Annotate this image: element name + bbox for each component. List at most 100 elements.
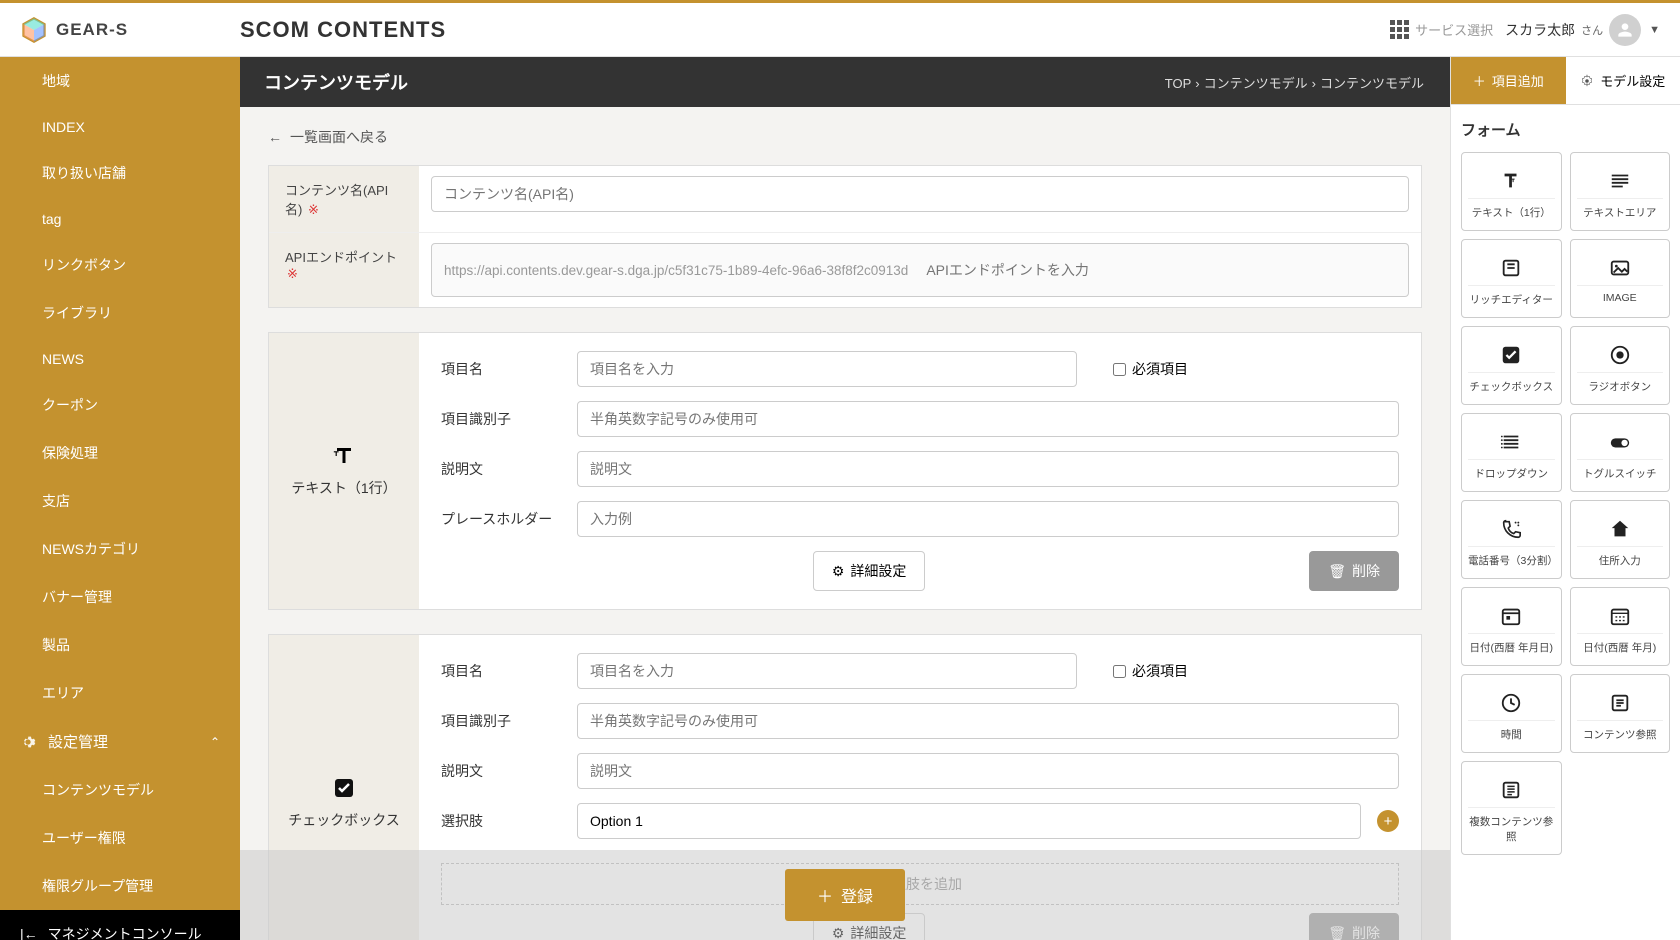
content-name-input[interactable] [431, 176, 1409, 212]
widget-date-ymd[interactable]: 日付(西暦 年月日) [1461, 587, 1562, 666]
widget-label: IMAGE [1603, 292, 1637, 304]
widget-label: 複数コンテンツ参照 [1468, 814, 1555, 844]
widget-image[interactable]: IMAGE [1570, 239, 1671, 318]
tab-add-item[interactable]: ＋項目追加 [1451, 57, 1566, 105]
field-item-id-label: 項目識別子 [441, 409, 561, 429]
sidebar-item[interactable]: 取り扱い店舗 [0, 149, 240, 197]
field-placeholder-label: プレースホルダー [441, 509, 561, 529]
item-name-input[interactable] [577, 653, 1077, 689]
logo-icon [20, 16, 48, 44]
widget-label: ドロップダウン [1475, 466, 1549, 481]
sidebar-footer[interactable]: |← マネジメントコンソール [0, 910, 240, 940]
description-input[interactable] [577, 451, 1399, 487]
widget-label: 日付(西暦 年月日) [1470, 640, 1553, 655]
sidebar-item[interactable]: エリア [0, 669, 240, 717]
sidebar-item[interactable]: 保険処理 [0, 429, 240, 477]
widget-toggle[interactable]: トグルスイッチ [1570, 413, 1671, 492]
detail-settings-button[interactable]: ⚙詳細設定 [813, 551, 926, 591]
item-id-input[interactable] [577, 401, 1399, 437]
widget-address[interactable]: 住所入力 [1570, 500, 1671, 579]
chevron-up-icon: ⌃ [210, 735, 220, 749]
field-item-id-label: 項目識別子 [441, 711, 561, 731]
field-options-label: 選択肢 [441, 811, 561, 831]
logo[interactable]: GEAR-S [20, 16, 240, 44]
sidebar-item[interactable]: クーポン [0, 381, 240, 429]
widget-textarea[interactable]: テキストエリア [1570, 152, 1671, 231]
delete-button[interactable]: 🗑削除 [1309, 551, 1399, 591]
sidebar-footer-label: マネジメントコンソール [48, 924, 202, 940]
app-title: SCOM CONTENTS [240, 17, 446, 43]
add-option-button[interactable]: + [1377, 810, 1399, 832]
register-button[interactable]: ＋登録 [785, 869, 905, 921]
panel-title: フォーム [1461, 119, 1670, 140]
user-name: スカラ太郎 [1505, 20, 1575, 40]
sidebar-group-settings[interactable]: 設定管理 ⌃ [0, 717, 240, 766]
sidebar-subitem[interactable]: 権限グループ管理 [0, 862, 240, 910]
text-icon [1468, 163, 1555, 199]
widget-label: テキスト（1行） [1472, 205, 1551, 220]
breadcrumb-item[interactable]: TOP [1165, 76, 1192, 91]
sidebar-item[interactable]: INDEX [0, 105, 240, 149]
user-menu[interactable]: スカラ太郎 さん ▼ [1505, 14, 1660, 46]
widget-multiref[interactable]: 複数コンテンツ参照 [1461, 761, 1562, 855]
back-link[interactable]: ← 一覧画面へ戻る [268, 127, 1422, 147]
multiref-icon [1468, 772, 1555, 808]
grid-icon [1390, 20, 1409, 39]
sidebar-item[interactable]: バナー管理 [0, 573, 240, 621]
widget-dropdown[interactable]: ドロップダウン [1461, 413, 1562, 492]
widget-radio[interactable]: ラジオボタン [1570, 326, 1671, 405]
service-select[interactable]: サービス選択 [1390, 20, 1493, 39]
sidebar-subitem[interactable]: コンテンツモデル [0, 766, 240, 814]
checkbox-icon [1468, 337, 1555, 373]
page-header: コンテンツモデル TOP›コンテンツモデル›コンテンツモデル [240, 57, 1450, 107]
block-type-text: テキスト（1行） [269, 333, 419, 609]
tab-model-settings[interactable]: モデル設定 [1566, 57, 1680, 105]
toggle-icon [1577, 424, 1664, 460]
text-icon [332, 444, 356, 468]
widget-label: 電話番号（3分割） [1468, 553, 1555, 568]
sidebar-item[interactable]: 支店 [0, 477, 240, 525]
api-endpoint-label: APIエンドポイント ※ [269, 233, 419, 307]
placeholder-input[interactable] [577, 501, 1399, 537]
required-checkbox[interactable]: 必須項目 [1113, 359, 1188, 379]
widget-ref[interactable]: コンテンツ参照 [1570, 674, 1671, 753]
sidebar-item[interactable]: NEWS [0, 337, 240, 381]
option-input[interactable] [577, 803, 1361, 839]
plus-icon: ＋ [1473, 71, 1486, 90]
widget-time[interactable]: 時間 [1461, 674, 1562, 753]
sidebar-group-label: 設定管理 [48, 731, 108, 752]
widget-text[interactable]: テキスト（1行） [1461, 152, 1562, 231]
gear-icon [1580, 74, 1594, 88]
widget-checkbox[interactable]: チェックボックス [1461, 326, 1562, 405]
breadcrumb-item[interactable]: コンテンツモデル [1320, 76, 1424, 91]
api-endpoint-input[interactable] [914, 253, 1396, 287]
gear-icon: ⚙ [832, 563, 845, 580]
avatar-icon [1609, 14, 1641, 46]
sidebar-subitem[interactable]: ユーザー権限 [0, 814, 240, 862]
description-input[interactable] [577, 753, 1399, 789]
widget-richtext[interactable]: リッチエディター [1461, 239, 1562, 318]
breadcrumb-item[interactable]: コンテンツモデル [1204, 76, 1308, 91]
widget-date-ym[interactable]: 日付(西暦 年月) [1570, 587, 1671, 666]
sidebar-item[interactable]: リンクボタン [0, 241, 240, 289]
footer-bar: ＋登録 [240, 850, 1450, 940]
field-description-label: 説明文 [441, 459, 561, 479]
sidebar-item[interactable]: ライブラリ [0, 289, 240, 337]
breadcrumb[interactable]: TOP›コンテンツモデル›コンテンツモデル [1163, 73, 1426, 92]
field-item-name-label: 項目名 [441, 359, 561, 379]
item-id-input[interactable] [577, 703, 1399, 739]
sidebar-item[interactable]: tag [0, 197, 240, 241]
required-checkbox[interactable]: 必須項目 [1113, 661, 1188, 681]
sidebar-item[interactable]: NEWSカテゴリ [0, 525, 240, 573]
sidebar-item[interactable]: 地域 [0, 57, 240, 105]
sidebar-item[interactable]: 製品 [0, 621, 240, 669]
gear-icon [20, 734, 36, 750]
widget-label: 時間 [1501, 727, 1522, 742]
item-name-input[interactable] [577, 351, 1077, 387]
right-panel: ＋項目追加 モデル設定 フォーム テキスト（1行） テキストエリアリッチエディター… [1450, 57, 1680, 940]
exit-icon: |← [20, 926, 38, 940]
widget-phone[interactable]: 電話番号（3分割） [1461, 500, 1562, 579]
trash-icon: 🗑 [1328, 563, 1346, 580]
widget-label: チェックボックス [1469, 379, 1553, 394]
plus-icon: ＋ [817, 883, 833, 907]
